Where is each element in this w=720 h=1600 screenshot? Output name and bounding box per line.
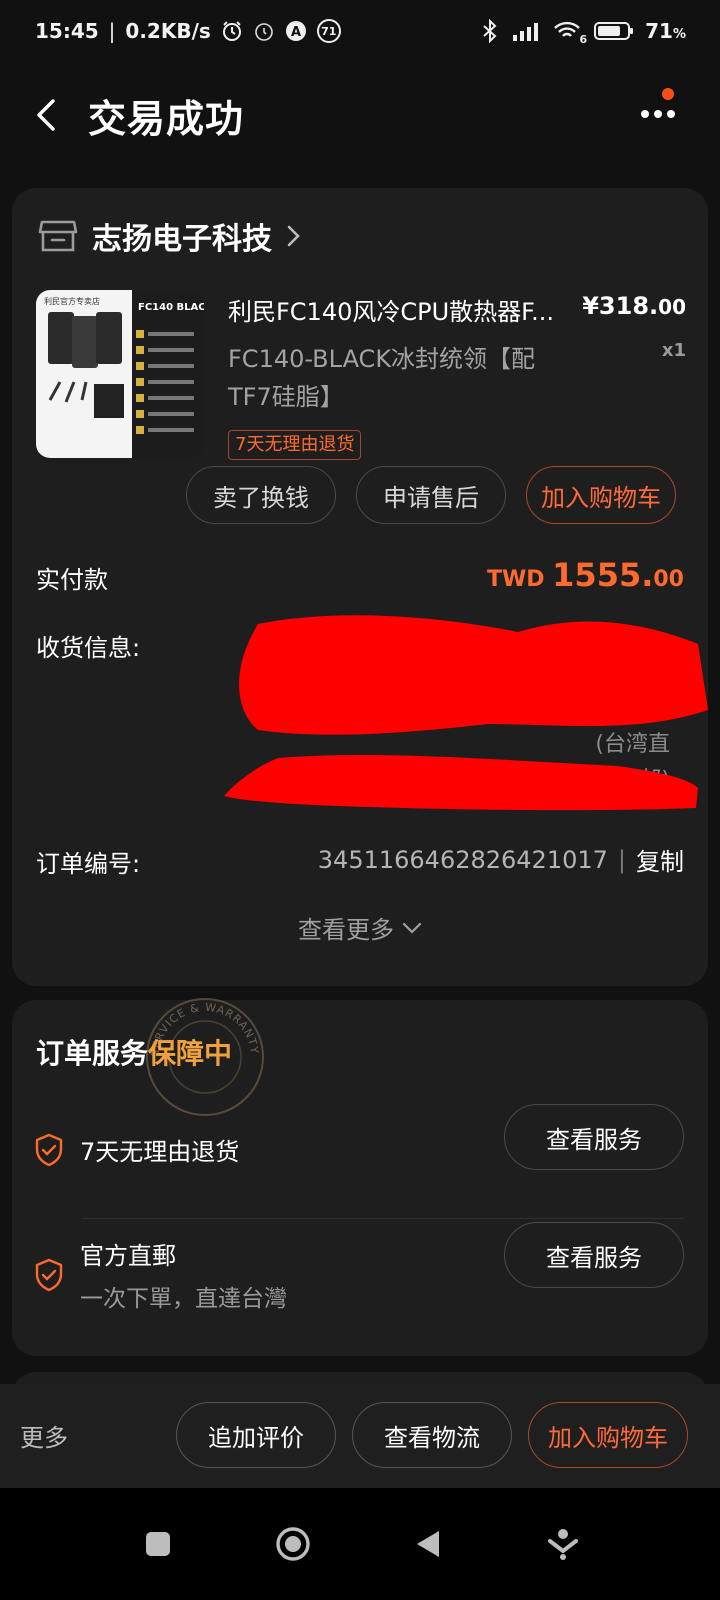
status-divider: | (108, 19, 116, 43)
shop-link[interactable]: 志扬电子科技 (38, 214, 300, 258)
wifi-icon: 6 (551, 20, 587, 46)
triangle-back-icon (416, 1531, 439, 1557)
see-more-button[interactable]: 查看更多 (12, 910, 708, 945)
more-dots-icon (641, 110, 675, 118)
product-price: ¥318.00 (582, 292, 686, 320)
square-icon (145, 1532, 170, 1556)
view-logistics-button[interactable]: 查看物流 (352, 1402, 512, 1468)
page-header: 交易成功 (0, 70, 720, 160)
service-item-return: 7天无理由退货 (34, 1132, 239, 1167)
system-back-button[interactable] (406, 1522, 450, 1566)
address-label: 收货信息: (36, 634, 141, 662)
alarm-icon (221, 20, 243, 42)
product-title[interactable]: 利民FC140风冷CPU散热器F... (228, 292, 588, 327)
add-review-button[interactable]: 追加评价 (176, 1402, 336, 1468)
order-card: 志扬电子科技 利民官方专卖店 FC140 BLACK 利民FC140风冷CPU散… (12, 188, 708, 986)
product-image[interactable]: 利民官方专卖店 FC140 BLACK (36, 290, 204, 458)
status-bar: 15:45 | 0.2KB/s A 71 6 71% (0, 0, 720, 62)
status-time: 15:45 (35, 19, 99, 43)
battery-level: 71% (645, 19, 686, 43)
bottom-action-bar: 更多 追加评价 查看物流 加入购物车 (0, 1384, 720, 1488)
status-net-speed: 0.2KB/s (125, 19, 211, 43)
bluetooth-icon (479, 19, 501, 43)
notification-dot (662, 88, 674, 100)
service-name: 官方直郵 (80, 1242, 176, 1270)
order-number-separator: | (617, 845, 626, 874)
service-text: 官方直郵 一次下單，直達台灣 (80, 1236, 287, 1313)
address-redacted: (台湾直 邮) (218, 614, 708, 814)
recent-apps-button[interactable] (136, 1522, 180, 1566)
download-arrow-icon (547, 1529, 578, 1560)
notification-count-icon: 71 (316, 19, 341, 43)
chevron-right-icon (287, 225, 300, 247)
add-to-cart-button[interactable]: 加入购物车 (526, 466, 676, 524)
sell-button[interactable]: 卖了换钱 (186, 466, 336, 524)
paid-label: 实付款 (36, 566, 108, 594)
shop-icon (38, 220, 78, 252)
more-actions-button[interactable]: 更多 (20, 1418, 68, 1453)
wifi-badge: 6 (579, 33, 588, 46)
shop-name: 志扬电子科技 (92, 222, 272, 257)
view-service-button[interactable]: 查看服务 (504, 1104, 684, 1170)
service-item-direct-shipping: 官方直郵 一次下單，直達台灣 (34, 1236, 287, 1313)
paid-amount: TWD 1555.00 (486, 556, 684, 594)
order-number-label: 订单编号: (36, 850, 141, 878)
system-navigation-bar (0, 1488, 720, 1600)
status-right: 6 71% (479, 19, 686, 46)
shield-check-icon (35, 1133, 63, 1166)
see-more-label: 查看更多 (298, 916, 394, 944)
cell-signal-icon (511, 20, 541, 42)
shield-check-icon (35, 1258, 63, 1291)
battery-icon (593, 20, 635, 42)
service-subtitle: 一次下單，直達台灣 (80, 1286, 287, 1312)
service-card: SERVICE & WARRANTY 订单服务保障中 7天无理由退货 查看服务 … (12, 998, 708, 1356)
order-number-row: 3451166462826421017 | 复制 (318, 842, 684, 877)
service-divider (82, 1218, 684, 1219)
product-image-store-text: 利民官方专卖店 (44, 296, 100, 306)
product-quantity: x1 (661, 340, 686, 361)
assistant-button[interactable] (541, 1522, 585, 1566)
clock-icon (253, 20, 275, 42)
more-menu-button[interactable] (636, 94, 680, 134)
status-left: 15:45 | 0.2KB/s A 71 (35, 19, 341, 43)
app-a-icon: A (285, 20, 307, 42)
chevron-down-icon (402, 922, 422, 934)
service-name: 7天无理由退货 (80, 1138, 240, 1166)
product-sku: FC140-BLACK冰封统领【配TF7硅脂】 (228, 345, 536, 411)
order-number: 3451166462826421017 (317, 845, 608, 874)
svg-text:A: A (291, 25, 301, 40)
back-arrow-icon (37, 99, 55, 131)
view-service-button[interactable]: 查看服务 (504, 1222, 684, 1288)
redaction-scribble (224, 615, 708, 811)
after-sale-button[interactable]: 申请售后 (356, 466, 506, 524)
home-button[interactable] (271, 1522, 315, 1566)
product-image-brand-text: FC140 BLACK (138, 302, 204, 313)
page-title: 交易成功 (88, 97, 245, 141)
home-circle-icon (275, 1527, 310, 1561)
service-section-title: 订单服务保障中 (36, 1037, 233, 1070)
add-to-cart-bottom-button[interactable]: 加入购物车 (528, 1402, 688, 1468)
back-button[interactable] (26, 92, 66, 138)
return-policy-badge: 7天无理由退货 (228, 430, 362, 460)
copy-order-number-button[interactable]: 复制 (636, 842, 684, 877)
